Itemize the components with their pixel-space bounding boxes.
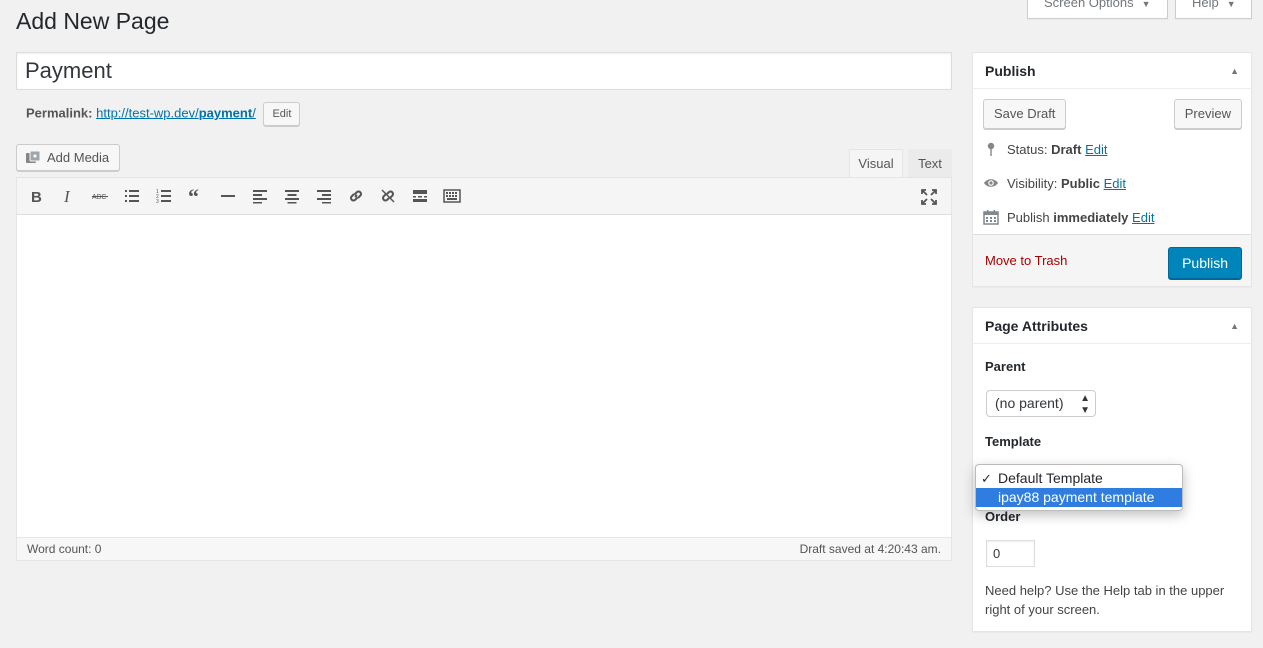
permalink-edit-button[interactable]: Edit — [263, 102, 301, 126]
move-to-trash-link[interactable]: Move to Trash — [985, 253, 1067, 268]
collapse-arrow-icon[interactable]: ▲ — [1230, 53, 1239, 89]
edit-visibility-link[interactable]: Edit — [1104, 176, 1126, 191]
template-option-default[interactable]: ✓ Default Template — [976, 469, 1182, 488]
major-publishing-actions: Move to Trash Publish — [973, 234, 1251, 286]
pin-icon — [987, 142, 995, 156]
bold-icon[interactable]: B — [20, 181, 52, 211]
template-label: Template — [985, 434, 1042, 449]
page-title: Add New Page — [16, 8, 170, 34]
svg-text:I: I — [63, 187, 71, 205]
unlink-icon[interactable] — [372, 181, 404, 211]
help-tab[interactable]: Help ▼ — [1175, 0, 1252, 19]
align-left-icon[interactable] — [244, 181, 276, 211]
order-label: Order — [985, 509, 1021, 524]
template-option-ipay88[interactable]: ipay88 payment template — [976, 488, 1182, 507]
parent-select[interactable]: (no parent) ▲ ▼ — [986, 390, 1096, 417]
edit-status-link[interactable]: Edit — [1085, 142, 1107, 157]
checkmark-icon: ✓ — [981, 471, 992, 486]
bulleted-list-icon[interactable] — [116, 181, 148, 211]
permalink-url-prefix: http://test-wp.dev/ — [96, 105, 199, 121]
permalink-slug: payment — [198, 105, 253, 121]
link-icon[interactable] — [340, 181, 372, 211]
eye-icon — [984, 179, 998, 187]
read-more-icon[interactable] — [404, 181, 436, 211]
screen-options-label: Screen Options — [1044, 0, 1134, 10]
svg-text:3: 3 — [156, 199, 159, 205]
toolbar-toggle-icon[interactable] — [436, 181, 468, 211]
blockquote-icon[interactable]: “ — [180, 181, 212, 211]
template-dropdown[interactable]: ✓ Default Template ipay88 payment templat… — [975, 464, 1183, 511]
word-count: Word count: 0 — [27, 542, 102, 556]
tab-visual[interactable]: Visual — [849, 149, 903, 178]
media-icon — [26, 150, 41, 163]
editor-content-area[interactable] — [17, 215, 951, 538]
template-option-label: Default Template — [998, 470, 1103, 486]
status-row: Status: Draft Edit — [983, 141, 1107, 157]
collapse-arrow-icon[interactable]: ▲ — [1230, 308, 1239, 344]
screen-options-tab[interactable]: Screen Options ▼ — [1027, 0, 1168, 19]
permalink-url[interactable]: http://test-wp.dev/payment/ — [96, 105, 256, 120]
tab-text[interactable]: Text — [908, 149, 952, 178]
page-attributes-header[interactable]: Page Attributes ▲ — [973, 308, 1251, 344]
horizontal-line-icon[interactable] — [212, 181, 244, 211]
editor-status-bar: Word count: 0 Draft saved at 4:20:43 am. — [17, 537, 951, 560]
strikethrough-icon[interactable]: ABC — [84, 181, 116, 211]
visibility-row: Visibility: Public Edit — [983, 175, 1126, 191]
help-label: Help — [1192, 0, 1219, 10]
publish-box: Publish ▲ Save Draft Preview Status: Draf… — [972, 52, 1252, 287]
italic-icon[interactable]: I — [52, 181, 84, 211]
help-text: Need help? Use the Help tab in the upper… — [985, 583, 1225, 617]
page-attributes-title: Page Attributes — [985, 318, 1088, 334]
publish-time-row: Publish immediately Edit — [983, 209, 1154, 225]
edit-publish-time-link[interactable]: Edit — [1132, 210, 1154, 225]
status-label: Status: — [1007, 141, 1048, 157]
publish-time-value: immediately — [1053, 209, 1129, 225]
caret-down-icon: ▼ — [1141, 0, 1151, 9]
numbered-list-icon[interactable]: 123 — [148, 181, 180, 211]
svg-text:“: “ — [188, 187, 199, 205]
publish-box-header[interactable]: Publish ▲ — [973, 53, 1251, 89]
visibility-label: Visibility: — [1007, 175, 1058, 191]
preview-button[interactable]: Preview — [1173, 99, 1242, 129]
align-right-icon[interactable] — [308, 181, 340, 211]
fullscreen-icon[interactable] — [913, 182, 945, 212]
template-option-label: ipay88 payment template — [998, 489, 1155, 505]
post-title-input[interactable]: Payment — [16, 52, 952, 90]
align-center-icon[interactable] — [276, 181, 308, 211]
select-arrows-icon: ▲ ▼ — [1080, 393, 1090, 416]
publish-time-label: Publish — [1007, 209, 1050, 225]
permalink-row: Permalink: http://test-wp.dev/payment/ E… — [26, 102, 301, 126]
draft-saved-status: Draft saved at 4:20:43 am. — [799, 542, 941, 556]
publish-button[interactable]: Publish — [1168, 247, 1242, 279]
status-value: Draft — [1051, 141, 1082, 157]
add-media-label: Add Media — [47, 150, 110, 165]
svg-text:ABC: ABC — [92, 194, 106, 201]
visibility-value: Public — [1060, 175, 1100, 191]
permalink-label: Permalink: — [26, 105, 93, 121]
content-editor: B I ABC 123 “ Word count: 0 Draft saved … — [16, 177, 952, 561]
svg-text:B: B — [31, 189, 42, 205]
parent-label: Parent — [985, 359, 1026, 374]
order-input[interactable]: 0 — [986, 540, 1035, 567]
editor-toolbar: B I ABC 123 “ — [17, 178, 951, 215]
permalink-url-suffix: / — [252, 105, 256, 121]
publish-box-title: Publish — [985, 63, 1036, 79]
save-draft-button[interactable]: Save Draft — [983, 99, 1067, 129]
add-media-button[interactable]: Add Media — [16, 144, 121, 171]
parent-select-value: (no parent) — [995, 395, 1064, 411]
caret-down-icon: ▼ — [1226, 0, 1236, 9]
calendar-icon — [983, 210, 999, 225]
